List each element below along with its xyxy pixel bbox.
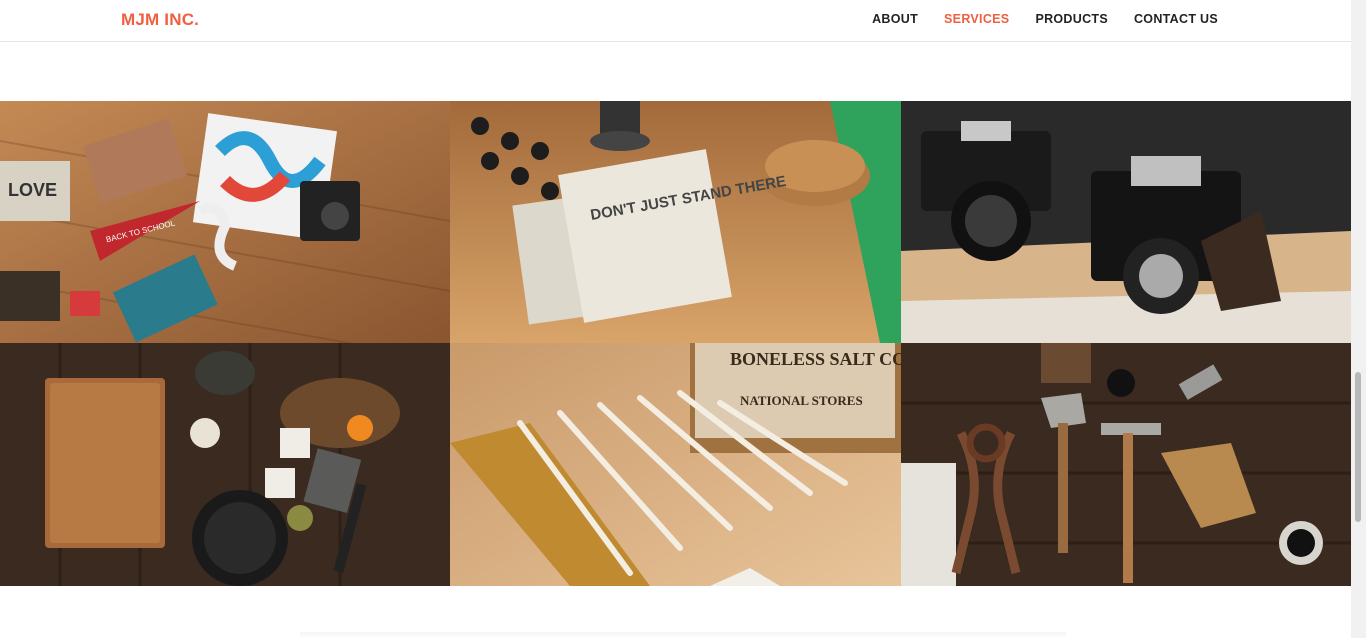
notebooks-image: DON'T JUST STAND THERE [450, 101, 901, 343]
page-scrollbar[interactable] [1351, 0, 1366, 638]
brand-logo[interactable]: MJM INC. [121, 10, 199, 30]
crate-label-text: BONELESS SALT CODFISH [730, 349, 901, 369]
nav-services[interactable]: SERVICES [944, 12, 1009, 26]
nav-menu: ABOUT SERVICES PRODUCTS CONTACT US [846, 12, 1218, 26]
navbar: MJM INC. ABOUT SERVICES PRODUCTS CONTACT… [0, 0, 1351, 42]
scrollbar-thumb[interactable] [1355, 372, 1361, 522]
flatlay-image: LOVE BACK TO SCHOOL [0, 101, 450, 343]
nav-products[interactable]: PRODUCTS [1035, 12, 1108, 26]
portfolio-tile-cameras[interactable] [901, 101, 1351, 343]
cameras-image [901, 101, 1351, 343]
nav-about[interactable]: ABOUT [872, 12, 918, 26]
portfolio-tile-tools[interactable] [901, 343, 1351, 586]
portfolio-tile-kitchen[interactable] [0, 343, 450, 586]
flatlay-love-text: LOVE [8, 180, 57, 200]
kitchen-image [0, 343, 450, 586]
footer-divider [300, 632, 1066, 638]
tools-image [901, 343, 1351, 586]
portfolio-tile-rulers[interactable]: BONELESS SALT CODFISH NATIONAL STORES [450, 343, 901, 586]
crate-label-subtext: NATIONAL STORES [740, 393, 863, 408]
nav-contact-us[interactable]: CONTACT US [1134, 12, 1218, 26]
portfolio-tile-flatlay[interactable]: LOVE BACK TO SCHOOL [0, 101, 450, 343]
rulers-image: BONELESS SALT CODFISH NATIONAL STORES [450, 343, 901, 586]
portfolio-grid: LOVE BACK TO SCHOOL DON'T JUST STAND THE… [0, 101, 1351, 586]
portfolio-tile-notebooks[interactable]: DON'T JUST STAND THERE [450, 101, 901, 343]
